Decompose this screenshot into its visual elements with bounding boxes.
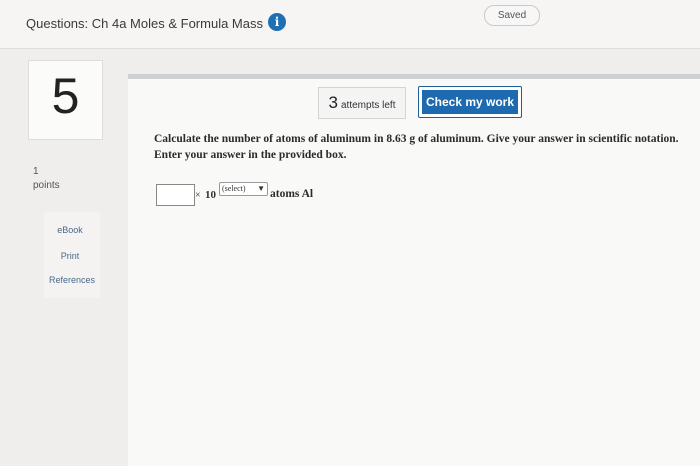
question-panel: 3 attempts left Check my work Calculate t… [128, 74, 700, 466]
chevron-down-icon: ▼ [257, 184, 265, 193]
question-text: Calculate the number of atoms of aluminu… [154, 133, 679, 161]
unit-label: atoms Al [270, 188, 314, 200]
points-value: 1 [33, 166, 39, 177]
answer-input[interactable] [156, 184, 195, 206]
top-bar: Questions: Ch 4a Moles & Formula Mass i … [0, 0, 700, 49]
exponent-select[interactable]: (select) ▼ [219, 182, 268, 196]
attempts-count: 3 [328, 93, 338, 112]
base-ten: 10 [205, 189, 216, 201]
ebook-link[interactable]: eBook [40, 225, 100, 235]
page-title: Questions: Ch 4a Moles & Formula Mass [26, 16, 263, 31]
info-icon[interactable]: i [268, 13, 286, 31]
print-link[interactable]: Print [40, 251, 100, 261]
question-number: 5 [51, 68, 80, 124]
check-my-work-button[interactable]: Check my work [418, 86, 522, 118]
check-my-work-label: Check my work [422, 90, 518, 114]
points-label: points [33, 180, 60, 191]
times-symbol: × [195, 190, 201, 201]
references-link[interactable]: References [42, 275, 102, 285]
attempts-label: attempts left [341, 100, 396, 111]
saved-status-badge: Saved [484, 5, 540, 26]
exponent-select-value: (select) [222, 184, 246, 193]
attempts-left-indicator: 3 attempts left [318, 87, 406, 119]
question-number-box: 5 [28, 60, 103, 140]
